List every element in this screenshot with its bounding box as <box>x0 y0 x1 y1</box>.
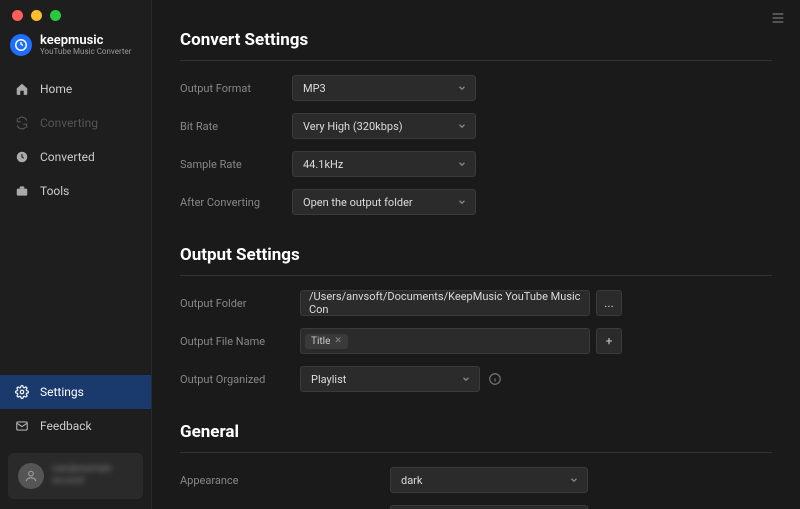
convert-settings-section: Convert Settings Output Format MP3 Bit R… <box>180 30 772 215</box>
after-converting-select[interactable]: Open the output folder <box>292 189 476 215</box>
nav-converting[interactable]: Converting <box>0 106 151 140</box>
app-name: keepmusic <box>40 33 131 48</box>
filename-tag[interactable]: Title ✕ <box>305 334 348 349</box>
info-icon[interactable] <box>488 372 502 386</box>
home-icon <box>14 81 30 97</box>
label-sample-rate: Sample Rate <box>180 158 292 171</box>
sample-rate-select[interactable]: 44.1kHz <box>292 151 476 177</box>
user-card[interactable]: user@example account <box>8 453 143 499</box>
brand: keepmusic YouTube Music Converter <box>0 29 151 72</box>
nav-home[interactable]: Home <box>0 72 151 106</box>
app-logo-icon <box>10 34 32 56</box>
label-output-organized: Output Organized <box>180 373 300 386</box>
close-window-button[interactable] <box>12 10 23 21</box>
chevron-down-icon <box>457 83 467 93</box>
label-after-converting: After Converting <box>180 196 292 209</box>
main: Convert Settings Output Format MP3 Bit R… <box>152 0 800 509</box>
nav: Home Converting Converted Tools Settings… <box>0 72 151 509</box>
mail-icon <box>14 418 30 434</box>
nav-label: Converted <box>40 150 95 164</box>
clock-icon <box>14 149 30 165</box>
output-organized-select[interactable]: Playlist <box>300 366 480 392</box>
label-output-format: Output Format <box>180 82 292 95</box>
gear-icon <box>14 384 30 400</box>
output-file-name-input[interactable]: Title ✕ <box>300 328 590 354</box>
nav-feedback[interactable]: Feedback <box>0 409 151 443</box>
nav-settings[interactable]: Settings <box>0 375 151 409</box>
section-title: Convert Settings <box>180 30 772 61</box>
bit-rate-select[interactable]: Very High (320kbps) <box>292 113 476 139</box>
label-output-file-name: Output File Name <box>180 335 300 348</box>
nav-label: Feedback <box>40 419 92 433</box>
remove-tag-icon[interactable]: ✕ <box>334 336 342 346</box>
converting-icon <box>14 115 30 131</box>
add-tag-button[interactable]: + <box>596 328 622 354</box>
chevron-down-icon <box>569 475 579 485</box>
user-info: user@example account <box>52 464 133 487</box>
nav-tools[interactable]: Tools <box>0 174 151 208</box>
nav-label: Home <box>40 82 72 96</box>
general-section: General Appearance dark Languages Englis… <box>180 422 772 509</box>
output-settings-section: Output Settings Output Folder /Users/anv… <box>180 245 772 392</box>
output-format-select[interactable]: MP3 <box>292 75 476 101</box>
section-title: Output Settings <box>180 245 772 276</box>
browse-button[interactable]: ... <box>596 290 622 316</box>
label-appearance: Appearance <box>180 474 390 487</box>
appearance-select[interactable]: dark <box>390 467 588 493</box>
nav-label: Tools <box>40 184 69 198</box>
chevron-down-icon <box>457 121 467 131</box>
nav-converted[interactable]: Converted <box>0 140 151 174</box>
output-folder-input[interactable]: /Users/anvsoft/Documents/KeepMusic YouTu… <box>300 290 590 316</box>
maximize-window-button[interactable] <box>50 10 61 21</box>
menu-button[interactable] <box>770 10 786 30</box>
label-output-folder: Output Folder <box>180 297 300 310</box>
section-title: General <box>180 422 772 453</box>
languages-select[interactable]: English <box>390 505 588 509</box>
label-bit-rate: Bit Rate <box>180 120 292 133</box>
avatar-icon <box>18 463 44 489</box>
chevron-down-icon <box>461 374 471 384</box>
app-subtitle: YouTube Music Converter <box>40 48 131 56</box>
window-controls <box>0 0 151 29</box>
nav-label: Settings <box>40 385 84 399</box>
toolbox-icon <box>14 183 30 199</box>
chevron-down-icon <box>457 159 467 169</box>
minimize-window-button[interactable] <box>31 10 42 21</box>
sidebar: keepmusic YouTube Music Converter Home C… <box>0 0 152 509</box>
nav-label: Converting <box>40 116 98 130</box>
chevron-down-icon <box>457 197 467 207</box>
